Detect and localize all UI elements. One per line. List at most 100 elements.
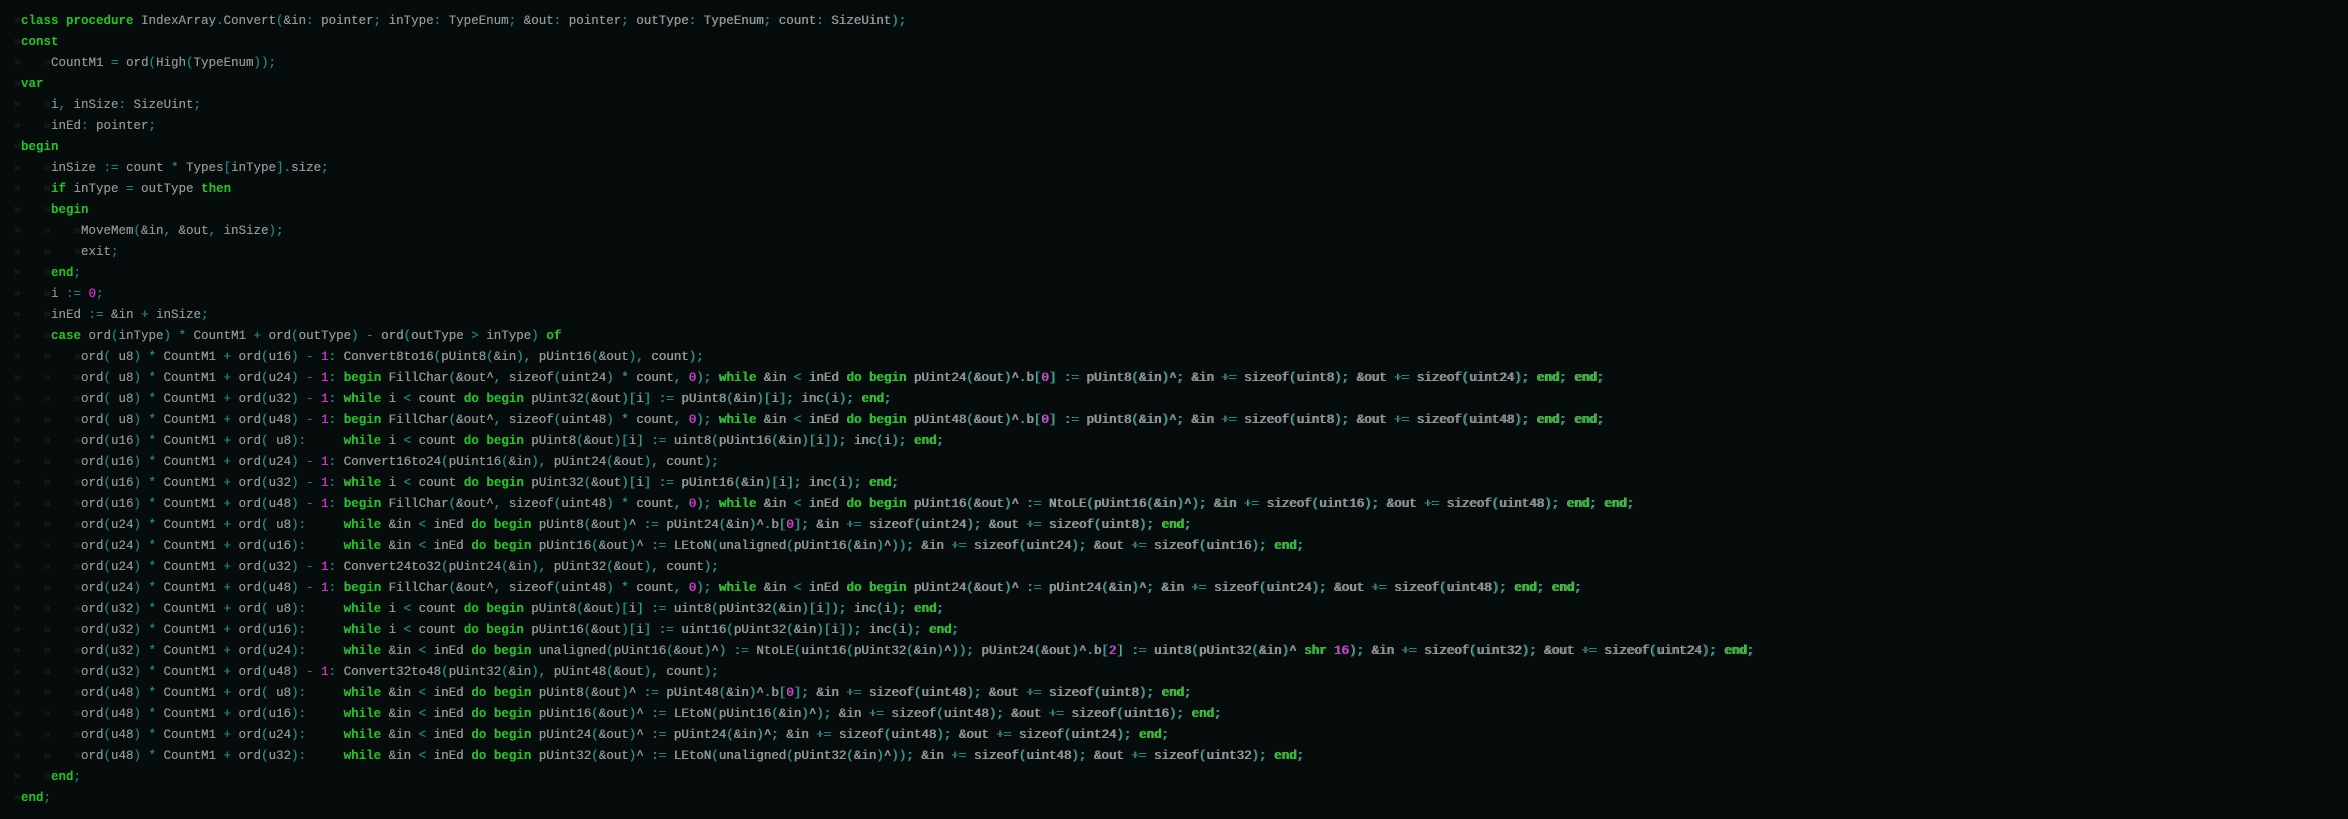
code-editor[interactable]: » class procedure IndexArray.Convert(&in:…: [0, 11, 2348, 809]
code-text-wrapper: if inType = outType then if inType = outT…: [51, 179, 231, 200]
code-text-wrapper: ord(u48) * CountM1 + ord( u8): while &in…: [81, 683, 1192, 704]
code-text-wrapper: ord(u24) * CountM1 + ord(u16): while &in…: [81, 536, 1305, 557]
code-text: ord(u16) * CountM1 + ord(u24) - 1: Conve…: [81, 455, 719, 469]
code-text-wrapper: end; end;: [21, 788, 51, 809]
tab-marker-icon: »: [43, 224, 51, 238]
code-line[interactable]: »»» ord(u24) * CountM1 + ord(u16): while …: [0, 536, 2348, 557]
code-line[interactable]: »» case ord(inType) * CountM1 + ord(outTy…: [0, 326, 2348, 347]
tab-marker-icon: »: [43, 182, 51, 196]
tab-marker-icon: »: [13, 266, 21, 280]
code-line[interactable]: »»» ord(u24) * CountM1 + ord(u32) - 1: Co…: [0, 557, 2348, 578]
code-text: ord(u48) * CountM1 + ord( u8): while &in…: [81, 686, 1192, 700]
code-line[interactable]: »» inEd: pointer; inEd: pointer;: [0, 116, 2348, 137]
tab-marker-icon: »: [13, 35, 21, 49]
code-line[interactable]: »» inSize := count * Types[inType].size; i…: [0, 158, 2348, 179]
tab-marker-icon: »: [43, 623, 51, 637]
code-line[interactable]: »» i := 0; i := 0;: [0, 284, 2348, 305]
code-text-wrapper: ord(u32) * CountM1 + ord(u48) - 1: Conve…: [81, 662, 719, 683]
code-text: if inType = outType then: [51, 182, 232, 196]
code-text: CountM1 = ord(High(TypeEnum));: [51, 56, 277, 70]
code-text-wrapper: case ord(inType) * CountM1 + ord(outType…: [51, 326, 561, 347]
code-line[interactable]: » end; end;: [0, 788, 2348, 809]
code-line[interactable]: »» end; end;: [0, 767, 2348, 788]
tab-marker-icon: »: [43, 518, 51, 532]
tab-marker-icon: »: [73, 497, 81, 511]
code-line[interactable]: »»» ord(u24) * CountM1 + ord( u8): while …: [0, 515, 2348, 536]
code-line[interactable]: »» begin begin: [0, 200, 2348, 221]
code-line[interactable]: »»» ord( u8) * CountM1 + ord(u32) - 1: wh…: [0, 389, 2348, 410]
tab-marker-icon: »: [13, 476, 21, 490]
code-line[interactable]: »»» ord(u16) * CountM1 + ord( u8): while …: [0, 431, 2348, 452]
code-line[interactable]: »»» ord(u48) * CountM1 + ord(u16): while …: [0, 704, 2348, 725]
tab-marker-icon: »: [73, 392, 81, 406]
tab-marker-icon: »: [43, 644, 51, 658]
code-line[interactable]: »»» MoveMem(&in, &out, inSize); MoveMem(&i…: [0, 221, 2348, 242]
tab-marker-icon: »: [13, 308, 21, 322]
code-text: case ord(inType) * CountM1 + ord(outType…: [51, 329, 562, 343]
tab-marker-icon: »: [13, 224, 21, 238]
tab-marker-icon: »: [73, 623, 81, 637]
code-line[interactable]: »»» ord( u8) * CountM1 + ord(u48) - 1: be…: [0, 410, 2348, 431]
code-text-wrapper: end; end;: [51, 263, 81, 284]
tab-marker-icon: »: [13, 560, 21, 574]
tab-marker-icon: »: [13, 182, 21, 196]
code-line[interactable]: »» CountM1 = ord(High(TypeEnum)); CountM1 …: [0, 53, 2348, 74]
code-text-wrapper: ord( u8) * CountM1 + ord(u16) - 1: Conve…: [81, 347, 704, 368]
code-line[interactable]: »»» ord(u48) * CountM1 + ord( u8): while …: [0, 683, 2348, 704]
code-text: ord(u16) * CountM1 + ord(u32) - 1: while…: [81, 476, 899, 490]
tab-marker-icon: »: [73, 371, 81, 385]
tab-marker-icon: »: [43, 434, 51, 448]
code-line[interactable]: »»» ord(u32) * CountM1 + ord( u8): while …: [0, 599, 2348, 620]
tab-marker-icon: »: [13, 497, 21, 511]
code-text-wrapper: CountM1 = ord(High(TypeEnum)); CountM1 = …: [51, 53, 276, 74]
code-text-wrapper: i, inSize: SizeUint; i, inSize: SizeUint;: [51, 95, 201, 116]
code-line[interactable]: »»» ord(u32) * CountM1 + ord(u48) - 1: Co…: [0, 662, 2348, 683]
code-text: ord( u8) * CountM1 + ord(u16) - 1: Conve…: [81, 350, 704, 364]
tab-marker-icon: »: [13, 749, 21, 763]
code-text: ord(u32) * CountM1 + ord(u16): while i <…: [81, 623, 959, 637]
tab-marker-icon: »: [43, 455, 51, 469]
code-text: class procedure IndexArray.Convert(&in: …: [21, 14, 907, 28]
tab-marker-icon: »: [13, 518, 21, 532]
tab-marker-icon: »: [73, 245, 81, 259]
code-text: ord(u16) * CountM1 + ord(u48) - 1: begin…: [81, 497, 1634, 511]
code-text-wrapper: ord(u16) * CountM1 + ord(u24) - 1: Conve…: [81, 452, 719, 473]
code-text: end;: [51, 770, 82, 784]
code-text-wrapper: inEd: pointer; inEd: pointer;: [51, 116, 156, 137]
code-line[interactable]: » const const: [0, 32, 2348, 53]
code-text-wrapper: MoveMem(&in, &out, inSize); MoveMem(&in, …: [81, 221, 284, 242]
code-line[interactable]: »»» ord(u48) * CountM1 + ord(u32): while …: [0, 746, 2348, 767]
code-line[interactable]: »»» ord( u8) * CountM1 + ord(u24) - 1: be…: [0, 368, 2348, 389]
code-line[interactable]: »» end; end;: [0, 263, 2348, 284]
code-text-wrapper: inSize := count * Types[inType].size; inS…: [51, 158, 329, 179]
tab-marker-icon: »: [73, 539, 81, 553]
code-line[interactable]: »» i, inSize: SizeUint; i, inSize: SizeUin…: [0, 95, 2348, 116]
tab-marker-icon: »: [13, 455, 21, 469]
tab-marker-icon: »: [43, 497, 51, 511]
tab-marker-icon: »: [73, 350, 81, 364]
code-line[interactable]: »»» ord(u32) * CountM1 + ord(u16): while …: [0, 620, 2348, 641]
code-line[interactable]: » var var: [0, 74, 2348, 95]
code-line[interactable]: »»» ord(u48) * CountM1 + ord(u24): while …: [0, 725, 2348, 746]
code-line[interactable]: » begin begin: [0, 137, 2348, 158]
tab-marker-icon: »: [43, 686, 51, 700]
code-line[interactable]: » class procedure IndexArray.Convert(&in:…: [0, 11, 2348, 32]
tab-marker-icon: »: [43, 287, 51, 301]
code-line[interactable]: »»» ord(u16) * CountM1 + ord(u48) - 1: be…: [0, 494, 2348, 515]
code-line[interactable]: »»» ord( u8) * CountM1 + ord(u16) - 1: Co…: [0, 347, 2348, 368]
code-line[interactable]: »»» ord(u16) * CountM1 + ord(u24) - 1: Co…: [0, 452, 2348, 473]
code-line[interactable]: »»» exit; exit;: [0, 242, 2348, 263]
tab-marker-icon: »: [43, 203, 51, 217]
code-line[interactable]: »»» ord(u32) * CountM1 + ord(u24): while …: [0, 641, 2348, 662]
code-line[interactable]: »»» ord(u16) * CountM1 + ord(u32) - 1: wh…: [0, 473, 2348, 494]
tab-marker-icon: »: [73, 602, 81, 616]
tab-marker-icon: »: [73, 665, 81, 679]
code-line[interactable]: »»» ord(u24) * CountM1 + ord(u48) - 1: be…: [0, 578, 2348, 599]
code-line[interactable]: »» inEd := &in + inSize; inEd := &in + inS…: [0, 305, 2348, 326]
tab-marker-icon: »: [13, 644, 21, 658]
code-text: ord( u8) * CountM1 + ord(u24) - 1: begin…: [81, 371, 1604, 385]
code-line[interactable]: »» if inType = outType then if inType = ou…: [0, 179, 2348, 200]
code-text: i, inSize: SizeUint;: [51, 98, 202, 112]
code-text-wrapper: inEd := &in + inSize; inEd := &in + inSiz…: [51, 305, 209, 326]
tab-marker-icon: »: [13, 581, 21, 595]
